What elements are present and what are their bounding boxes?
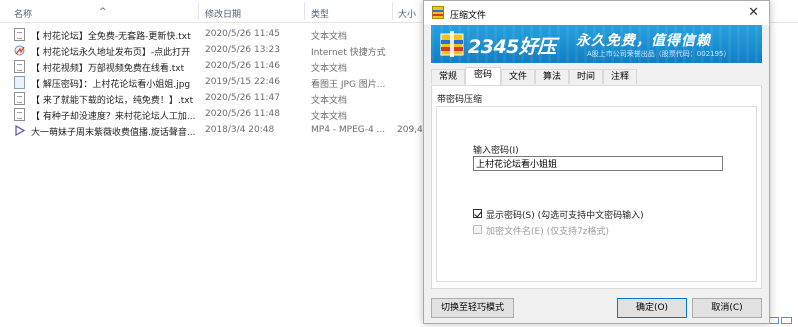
dialog-title: 压缩文件 [450,11,487,21]
haozip-app-icon [432,6,444,19]
encrypt-filenames-label: 加密文件名(E) (仅支持7z格式) [486,227,610,237]
show-password-checkbox[interactable] [473,209,482,218]
tab-time[interactable]: 时间 [569,69,603,84]
file-date: 2020/5/26 11:45 [205,29,280,39]
file-name: 大一萌妹子周末紫薇收费值播.旋话聲音... [31,128,196,138]
show-password-label: 显示密码(S) (勾选可支持中文密码输入) [486,211,644,221]
column-divider[interactable] [198,2,199,20]
file-name: 【 来了就能下载的论坛，纯免费！】.txt [31,96,194,106]
switch-lite-mode-button[interactable]: 切换至轻巧模式 [431,298,514,318]
text-file-icon [14,92,25,105]
file-name: 【 村花视频】万部视频免费在线看.txt [31,64,185,74]
file-name: 【 村花论坛永久地址发布页】-点此打开 [31,48,191,58]
file-type: 文本文档 [311,32,348,42]
tab-general[interactable]: 常规 [431,69,465,84]
file-date: 2018/3/4 20:48 [205,125,275,135]
column-name[interactable]: 名称 [14,7,32,20]
text-file-icon [14,28,25,41]
encrypt-filenames-checkbox[interactable] [473,225,482,234]
view-mode-buttons[interactable] [766,317,794,324]
file-row[interactable]: 【 来了就能下载的论坛，纯免费！】.txt 2020/5/26 11:47 文本… [0,90,430,107]
product-banner: 2345好压 永久免费，值得信赖 A股上市公司荣誉出品（股票代码：002195） [431,25,762,63]
file-row[interactable]: 【 有种子却没速度？来村花论坛人工加... 2020/5/26 11:48 文本… [0,106,430,123]
file-row[interactable]: 【 村花论坛】全免费-无套路-更新快.txt 2020/5/26 11:45 文… [0,26,430,43]
text-file-icon [14,60,25,73]
password-groupbox: 带密码压缩 输入密码(I) 显示密码(S) (勾选可支持中文密码输入) 加密文件… [435,92,757,282]
image-file-icon [14,76,25,89]
dialog-tabs: 常规 密码 文件 算法 时间 注释 [431,67,762,85]
file-name: 【 解压密码】：上村花论坛看小姐姐.jpg [31,80,191,90]
internet-shortcut-icon [14,45,25,56]
file-type: 文本文档 [311,64,348,74]
file-row[interactable]: 【 村花视频】万部视频免费在线看.txt 2020/5/26 11:46 文本文… [0,58,430,75]
password-label: 输入密码(I) [473,146,519,156]
tab-comment[interactable]: 注释 [603,69,637,84]
text-file-icon [14,108,25,121]
groupbox-title: 带密码压缩 [435,92,485,105]
ok-button[interactable]: 确定(O) [617,298,687,318]
file-row[interactable]: 【 解压密码】：上村花论坛看小姐姐.jpg 2019/5/15 22:46 看图… [0,74,430,91]
column-divider[interactable] [392,2,393,20]
file-type: 看图王 JPG 图片... [311,80,386,90]
file-type: Internet 快捷方式 [311,48,386,58]
tab-password[interactable]: 密码 [465,67,501,85]
tab-algorithm[interactable]: 算法 [535,69,569,84]
video-file-icon [15,124,25,137]
tab-files[interactable]: 文件 [501,69,535,84]
haozip-logo-icon [440,31,464,57]
banner-slogan: 永久免费，值得信赖 [576,33,711,49]
banner-subtitle: A股上市公司荣誉出品（股票代码：002195） [587,50,731,58]
file-date: 2020/5/26 11:47 [205,93,280,103]
file-date: 2020/5/26 11:46 [205,61,280,71]
file-date: 2020/5/26 13:23 [205,45,280,55]
column-date[interactable]: 修改日期 [205,7,241,20]
column-divider[interactable] [304,2,305,20]
close-icon[interactable]: ✕ [748,5,759,20]
file-row[interactable]: 大一萌妹子周末紫薇收费值播.旋话聲音... 2018/3/4 20:48 MP4… [0,122,430,139]
file-type: 文本文档 [311,112,348,122]
banner-product-name: 2345好压 [468,36,556,58]
file-name: 【 有种子却没速度？来村花论坛人工加... [31,112,196,122]
file-type: 文本文档 [311,96,348,106]
dialog-titlebar[interactable]: 压缩文件 ✕ [424,1,769,25]
sort-ascending-icon: ^ [99,7,107,17]
file-name: 【 村花论坛】全免费-无套路-更新快.txt [31,32,191,42]
password-input[interactable] [473,156,723,171]
password-tab-panel: 带密码压缩 输入密码(I) 显示密码(S) (勾选可支持中文密码输入) 加密文件… [431,85,762,289]
column-size[interactable]: 大小 [398,7,416,20]
file-type: MP4 - MPEG-4 ... [311,125,386,135]
file-row[interactable]: 【 村花论坛永久地址发布页】-点此打开 2020/5/26 13:23 Inte… [0,42,430,59]
cancel-button[interactable]: 取消(C) [692,298,762,318]
large-icons-view-icon[interactable] [781,317,792,324]
column-type[interactable]: 类型 [311,7,329,20]
compress-dialog: 压缩文件 ✕ 2345好压 永久免费，值得信赖 A股上市公司荣誉出品（股票代码：… [423,0,770,324]
file-date: 2020/5/26 11:48 [205,109,280,119]
file-date: 2019/5/15 22:46 [205,77,280,87]
